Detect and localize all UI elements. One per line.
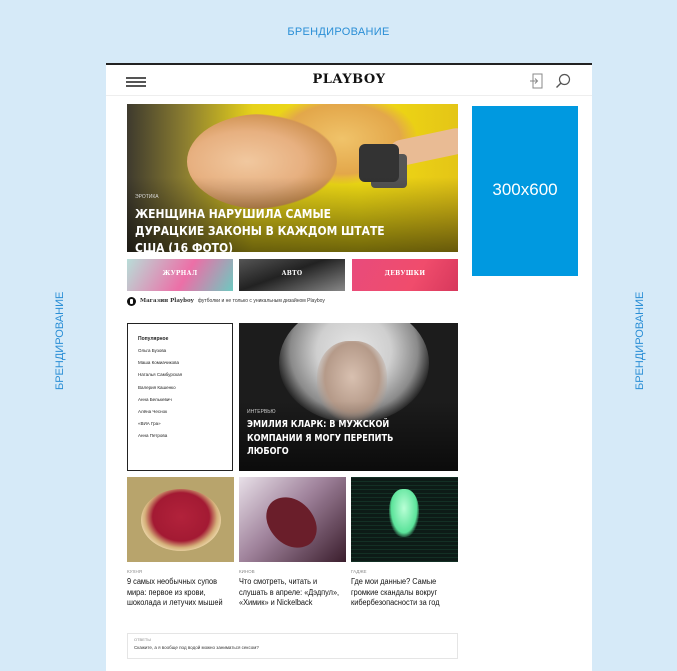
card-image-face — [389, 489, 419, 537]
tile-label: АВТО — [281, 270, 303, 277]
branding-top: БРЕНДИРОВАНИЕ — [287, 26, 390, 38]
feature-category: ИНТЕРВЬЮ — [247, 409, 276, 415]
ad-size-label: 300x600 — [492, 180, 558, 199]
popular-item[interactable]: «ВИА Гра» — [138, 421, 222, 426]
article-card[interactable]: КИНОВ Что смотреть, читать и слушать в а… — [239, 477, 346, 609]
shop-text: футболки и не только с уникальным дизайн… — [197, 298, 325, 304]
hero-title[interactable]: ЖЕНЩИНА НАРУШИЛА САМЫЕ ДУРАЦКИЕ ЗАКОНЫ В… — [135, 205, 393, 252]
tile-label: ДЕВУШКИ — [384, 270, 426, 277]
card-image-pie — [141, 489, 221, 551]
answers-label: ОТВЕТЫ — [134, 637, 151, 642]
card-category: ГАДЖЕ — [351, 569, 367, 574]
article-card[interactable]: КУХНЯ 9 самых необычных супов мира: перв… — [127, 477, 234, 609]
card-title[interactable]: Где мои данные? Самые громкие скандалы в… — [351, 577, 460, 609]
card-image-figure — [259, 488, 324, 557]
popular-item[interactable]: Алёна Чеснок — [138, 409, 222, 414]
top-nav: PLAYBOY — [106, 63, 592, 96]
category-tiles: ЖУРНАЛ АВТО ДЕВУШКИ — [127, 259, 458, 291]
card-thumbnail[interactable] — [351, 477, 458, 562]
popular-heading: Популярное — [138, 336, 169, 342]
card-category: КИНОВ — [239, 569, 255, 574]
answers-text: Скажите, а я вообще под водой можно зани… — [134, 645, 259, 650]
shop-promo[interactable]: Магазин Playboy футболки и не только с у… — [127, 296, 467, 306]
feature-article[interactable]: ИНТЕРВЬЮ ЭМИЛИЯ КЛАРК: В МУЖСКОЙ КОМПАНИ… — [239, 323, 458, 471]
search-icon[interactable] — [555, 73, 571, 89]
tile-magazine[interactable]: ЖУРНАЛ — [127, 259, 233, 291]
branding-left: БРЕНДИРОВАНИЕ — [54, 291, 66, 390]
popular-item[interactable]: Наталья Самбурская — [138, 372, 222, 377]
tile-girls[interactable]: ДЕВУШКИ — [352, 259, 458, 291]
playboy-bunny-icon — [127, 296, 136, 306]
popular-item[interactable]: Ольга Бузова — [138, 348, 222, 353]
page-container: PLAYBOY ЭРОТИКА ЖЕНЩИНА НАРУШИЛА САМЫЕ Д… — [106, 63, 592, 671]
hero-article[interactable]: ЭРОТИКА ЖЕНЩИНА НАРУШИЛА САМЫЕ ДУРАЦКИЕ … — [127, 104, 458, 252]
tile-auto[interactable]: АВТО — [239, 259, 345, 291]
feature-title[interactable]: ЭМИЛИЯ КЛАРК: В МУЖСКОЙ КОМПАНИИ Я МОГУ … — [247, 418, 419, 459]
card-thumbnail[interactable] — [239, 477, 346, 562]
tile-label: ЖУРНАЛ — [162, 270, 198, 277]
popular-item[interactable]: Маша Комиачикова — [138, 360, 222, 365]
site-logo[interactable]: PLAYBOY — [106, 72, 592, 87]
card-thumbnail[interactable] — [127, 477, 234, 562]
article-card[interactable]: ГАДЖЕ Где мои данные? Самые громкие скан… — [351, 477, 458, 609]
branding-right: БРЕНДИРОВАНИЕ — [634, 291, 646, 390]
shop-brand: Магазин Playboy — [140, 298, 194, 304]
card-title[interactable]: Что смотреть, читать и слушать в апреле:… — [239, 577, 348, 609]
popular-item[interactable]: Анна Петрова — [138, 433, 222, 438]
popular-list: Популярное Ольга Бузова Маша Комиачикова… — [127, 323, 233, 471]
login-icon[interactable] — [529, 73, 543, 89]
popular-item[interactable]: Анна Белькевич — [138, 397, 222, 402]
answers-teaser[interactable]: ОТВЕТЫ Скажите, а я вообще под водой мож… — [127, 633, 458, 659]
popular-item[interactable]: Валерия Кашенко — [138, 385, 222, 390]
ad-banner[interactable]: 300x600 — [472, 106, 578, 276]
card-category: КУХНЯ — [127, 569, 143, 574]
card-title[interactable]: 9 самых необычных супов мира: первое из … — [127, 577, 236, 609]
hero-category: ЭРОТИКА — [135, 194, 159, 200]
